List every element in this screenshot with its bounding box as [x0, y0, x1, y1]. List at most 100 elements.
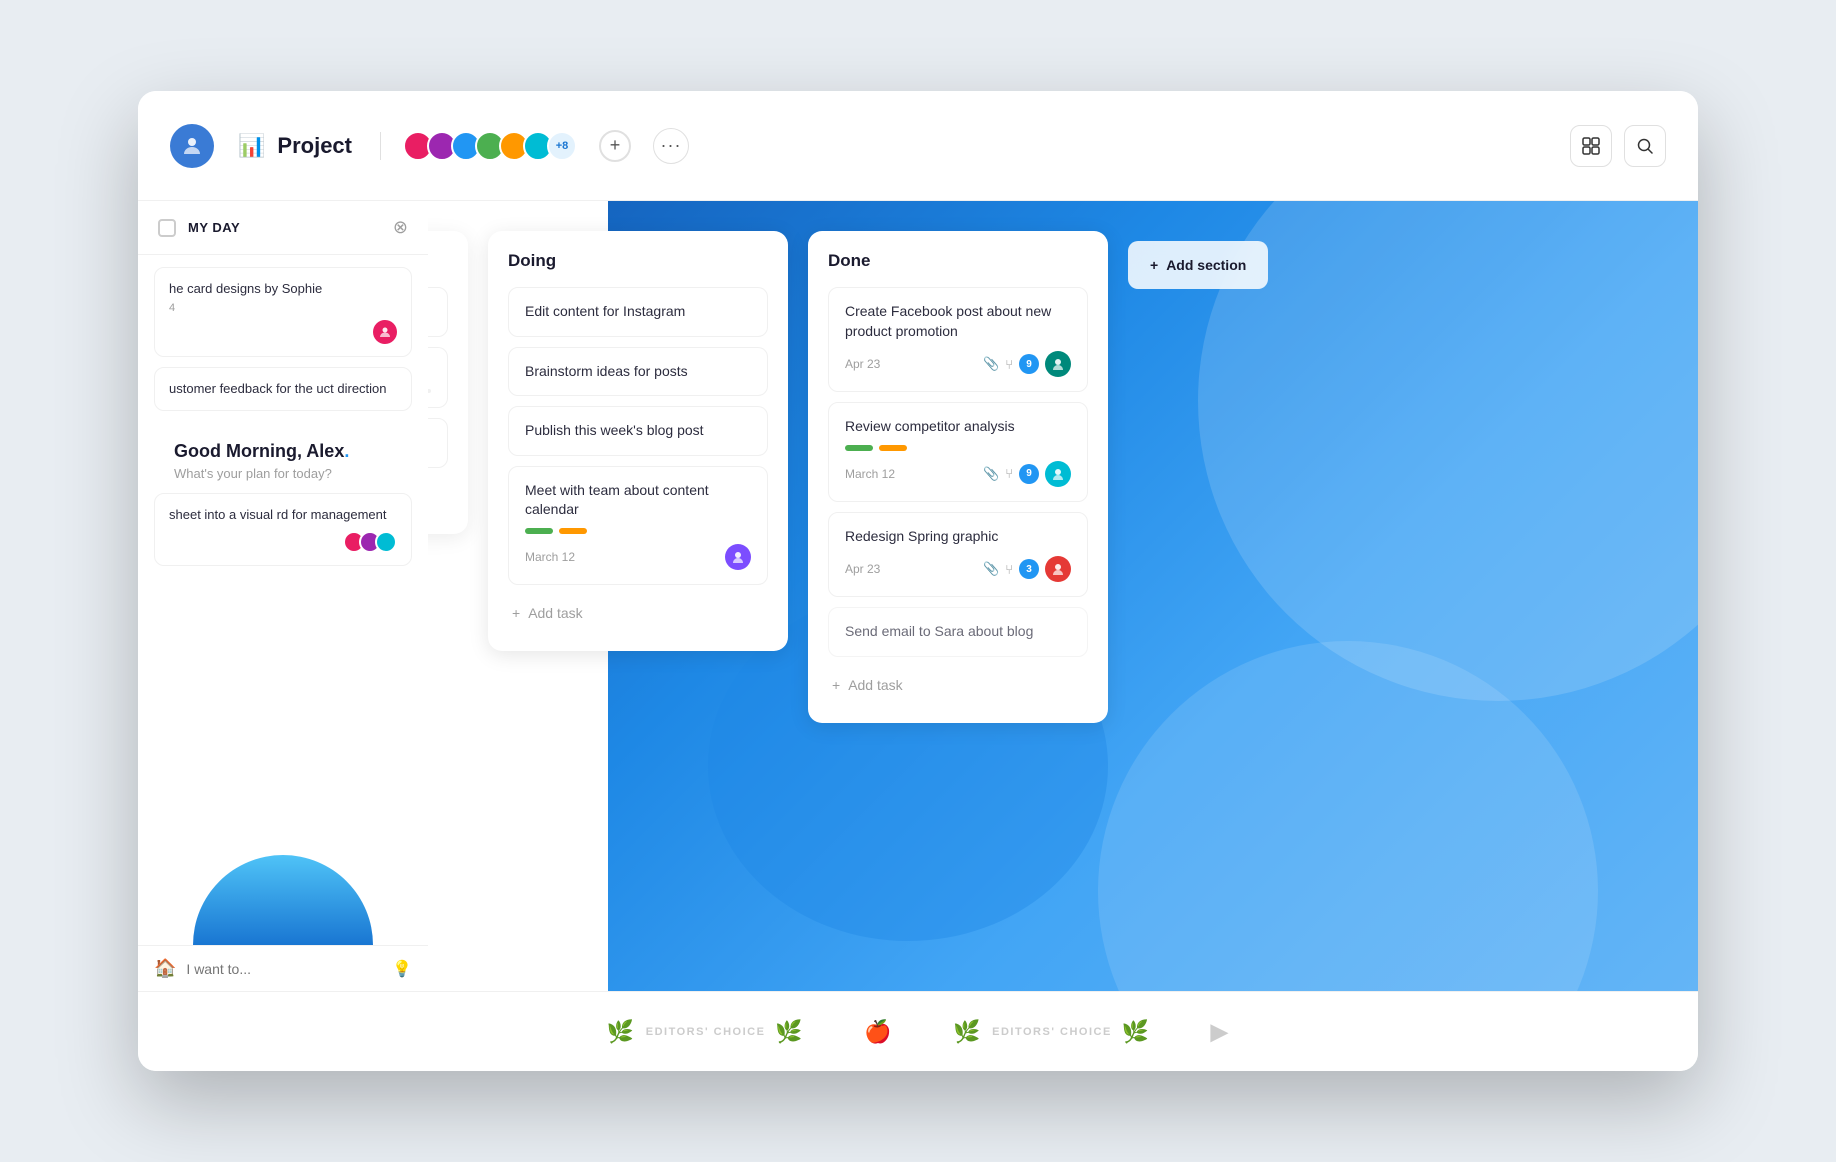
add-section-label: Add section [1166, 257, 1246, 273]
play-icon: ▶ [1211, 1019, 1229, 1045]
add-member-button[interactable]: + [599, 130, 631, 162]
search-input[interactable] [186, 961, 382, 977]
editors-choice-text-2: EDITORS' CHOICE [992, 1026, 1112, 1038]
card-footer: March 12 [525, 544, 751, 570]
laurel-right-2: 🌿 [1122, 1019, 1151, 1045]
search-button[interactable] [1624, 125, 1666, 167]
task-title: Send email to Sara about blog [845, 622, 1071, 642]
task-title: sheet into a visual rd for management [169, 506, 397, 524]
task-avatars [343, 531, 397, 553]
task-title: ustomer feedback for the uct direction [169, 380, 397, 398]
doing-column-header: Doing [508, 251, 768, 271]
card-avatar [1045, 461, 1071, 487]
add-task-button[interactable]: + Add task [828, 667, 1088, 703]
editors-choice-2: 🌿 EDITORS' CHOICE 🌿 [953, 1019, 1150, 1045]
bottom-bar: 🌿 EDITORS' CHOICE 🌿 🍎 🌿 EDITORS' CHOICE … [138, 991, 1698, 1071]
add-section-button[interactable]: + Add section [1128, 241, 1268, 289]
done-column: Done Create Facebook post about new prod… [808, 231, 1108, 723]
task-title: Create Facebook post about new product p… [845, 302, 1071, 341]
meta-badge: 9 [1019, 464, 1039, 484]
editors-choice-text-1: EDITORS' CHOICE [646, 1026, 766, 1038]
my-day-header: MY DAY ⊗ [138, 201, 428, 255]
card-meta: 📎 ⑂ 9 [983, 351, 1071, 377]
browser-window: 📊 Project +8 + ··· [138, 91, 1698, 1071]
chart-icon: 📊 [238, 133, 265, 159]
idea-icon: 💡 [392, 959, 412, 979]
table-row[interactable]: Send email to Sara about blog [828, 607, 1088, 657]
card-avatar [1045, 556, 1071, 582]
my-day-close-button[interactable]: ⊗ [393, 217, 408, 238]
main-content: To do Share content calendar with team C… [138, 201, 1698, 991]
task-title: Edit content for Instagram [525, 302, 751, 322]
greeting-subtitle: What's your plan for today? [174, 466, 392, 481]
my-day-checkbox[interactable] [158, 219, 176, 237]
my-day-panel: MY DAY ⊗ he card designs by Sophie 4 [138, 201, 428, 991]
card-footer: Apr 23 📎 ⑂ 9 [845, 351, 1071, 377]
home-input-row: 🏠 💡 [138, 945, 428, 991]
add-task-button[interactable]: + Add task [508, 595, 768, 631]
tag-green [525, 528, 553, 534]
card-avatar [1045, 351, 1071, 377]
greeting-area: Good Morning, Alex. What's your plan for… [154, 421, 412, 493]
apple-icon-area: 🍎 [864, 1019, 893, 1045]
add-icon: + [512, 605, 520, 621]
add-task-label: Add task [528, 605, 582, 621]
avatar-3 [375, 531, 397, 553]
card-date: Apr 23 [845, 562, 880, 576]
project-title-area: 📊 Project +8 + ··· [238, 128, 689, 164]
card-footer: Apr 23 📎 ⑂ 3 [845, 556, 1071, 582]
table-row[interactable]: Redesign Spring graphic Apr 23 📎 ⑂ 3 [828, 512, 1088, 598]
card-date: March 12 [845, 467, 895, 481]
table-row[interactable]: Edit content for Instagram [508, 287, 768, 337]
my-day-tasks: he card designs by Sophie 4 ustomer feed [138, 255, 428, 839]
card-meta: 📎 ⑂ 3 [983, 556, 1071, 582]
card-date: Apr 23 [845, 357, 880, 371]
team-avatars: +8 [409, 131, 577, 161]
play-icon-area: ▶ [1211, 1019, 1229, 1045]
greeting-text: Good Morning, Alex. [174, 441, 392, 462]
editors-choice-1: 🌿 EDITORS' CHOICE 🌿 [607, 1019, 804, 1045]
apple-icon: 🍎 [864, 1019, 893, 1045]
doing-column: Doing Edit content for Instagram Brainst… [488, 231, 788, 651]
list-item[interactable]: sheet into a visual rd for management [154, 493, 412, 565]
branch-icon: ⑂ [1005, 357, 1013, 372]
add-section-icon: + [1150, 257, 1158, 273]
card-avatar [725, 544, 751, 570]
add-section-area: + Add section [1128, 231, 1268, 289]
meta-badge: 9 [1019, 354, 1039, 374]
task-title: Brainstorm ideas for posts [525, 362, 751, 382]
title-divider [380, 132, 381, 160]
layout-button[interactable] [1570, 125, 1612, 167]
attachment-icon: 📎 [983, 466, 999, 482]
add-task-label: Add task [848, 677, 902, 693]
task-title: Meet with team about content calendar [525, 481, 751, 520]
card-footer: March 12 📎 ⑂ 9 [845, 461, 1071, 487]
top-bar: 📊 Project +8 + ··· [138, 91, 1698, 201]
meta-badge: 3 [1019, 559, 1039, 579]
table-row[interactable]: Brainstorm ideas for posts [508, 347, 768, 397]
tag-green [845, 445, 873, 451]
table-row[interactable]: Create Facebook post about new product p… [828, 287, 1088, 392]
more-options-button[interactable]: ··· [653, 128, 689, 164]
tag-orange [559, 528, 587, 534]
my-day-title: MY DAY [188, 220, 240, 235]
task-title: Review competitor analysis [845, 417, 1071, 437]
branch-icon: ⑂ [1005, 562, 1013, 577]
card-date: March 12 [525, 550, 575, 564]
task-title: Redesign Spring graphic [845, 527, 1071, 547]
top-right-icons [1570, 125, 1666, 167]
table-row[interactable]: Review competitor analysis March 12 📎 ⑂ … [828, 402, 1088, 502]
table-row[interactable]: Publish this week's blog post [508, 406, 768, 456]
laurel-left-1: 🌿 [607, 1019, 636, 1045]
branch-icon: ⑂ [1005, 466, 1013, 481]
team-avatar-count: +8 [547, 131, 577, 161]
list-item[interactable]: ustomer feedback for the uct direction [154, 367, 412, 411]
list-item[interactable]: he card designs by Sophie 4 [154, 267, 412, 357]
task-title: Publish this week's blog post [525, 421, 751, 441]
task-avatar [373, 320, 397, 344]
project-name: Project [277, 133, 352, 159]
table-row[interactable]: Meet with team about content calendar Ma… [508, 466, 768, 585]
add-icon: + [832, 677, 840, 693]
home-icon[interactable]: 🏠 [154, 958, 176, 979]
task-title: he card designs by Sophie [169, 280, 397, 298]
